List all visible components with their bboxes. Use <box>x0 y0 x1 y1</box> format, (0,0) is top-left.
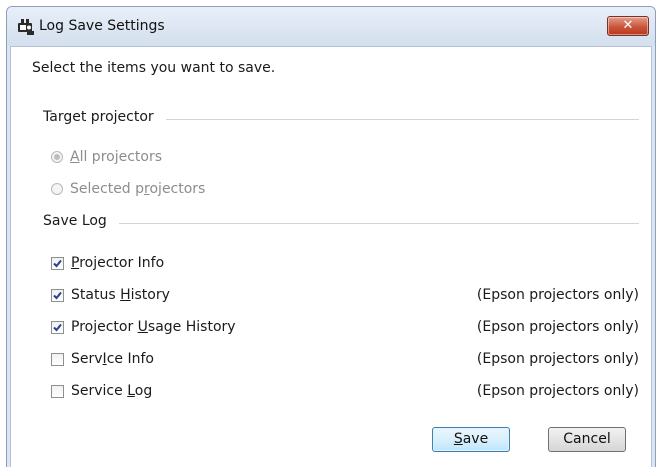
checkbox-status-history-box[interactable] <box>51 288 64 302</box>
close-button[interactable]: ✕ <box>607 16 649 36</box>
note-service-log: (Epson projectors only) <box>476 383 639 399</box>
checkbox-projector-usage-history[interactable]: Projector Usage History <box>51 317 236 337</box>
save-button[interactable]: Save <box>432 427 510 452</box>
checkbox-service-log-box[interactable] <box>51 384 64 398</box>
checkbox-service-info[interactable]: ServIce Info <box>51 349 154 369</box>
checkbox-projector-info[interactable]: Projector Info <box>51 253 164 273</box>
checkbox-projector-info-label: Projector Info <box>71 255 165 271</box>
window-title: Log Save Settings <box>39 18 165 34</box>
log-save-settings-dialog: Log Save Settings ✕ Select the items you… <box>6 6 656 467</box>
note-service-info: (Epson projectors only) <box>476 351 639 367</box>
radio-button-all-projectors[interactable] <box>51 151 63 163</box>
checkbox-status-history[interactable]: Status History <box>51 285 170 305</box>
dialog-body: Select the items you want to save. Targe… <box>10 46 652 467</box>
radio-button-selected-projectors[interactable] <box>51 183 63 195</box>
close-icon: ✕ <box>622 18 634 33</box>
checkbox-status-history-label: Status History <box>71 287 170 303</box>
save-log-label: Save Log <box>43 213 119 229</box>
checkbox-projector-info-box[interactable] <box>51 256 64 270</box>
projector-log-icon <box>17 18 35 36</box>
radio-all-projectors[interactable]: All projectors <box>51 147 162 167</box>
checkbox-service-log[interactable]: Service Log <box>51 381 152 401</box>
save-log-divider <box>43 223 639 224</box>
radio-selected-projectors[interactable]: Selected projectors <box>51 179 205 199</box>
cancel-button[interactable]: Cancel <box>548 427 626 452</box>
note-projector-usage-history: (Epson projectors only) <box>476 319 639 335</box>
instruction-text: Select the items you want to save. <box>32 60 276 76</box>
title-bar[interactable]: Log Save Settings ✕ <box>7 7 655 46</box>
radio-label-selected-projectors: Selected projectors <box>70 181 206 197</box>
target-projector-label: Target projector <box>43 109 166 125</box>
checkbox-projector-usage-history-box[interactable] <box>51 320 64 334</box>
checkbox-service-info-label: ServIce Info <box>71 351 154 367</box>
checkbox-projector-usage-history-label: Projector Usage History <box>71 319 236 335</box>
checkbox-service-info-box[interactable] <box>51 352 64 366</box>
checkbox-service-log-label: Service Log <box>71 383 153 399</box>
note-status-history: (Epson projectors only) <box>476 287 639 303</box>
radio-label-all-projectors: All projectors <box>70 149 163 165</box>
